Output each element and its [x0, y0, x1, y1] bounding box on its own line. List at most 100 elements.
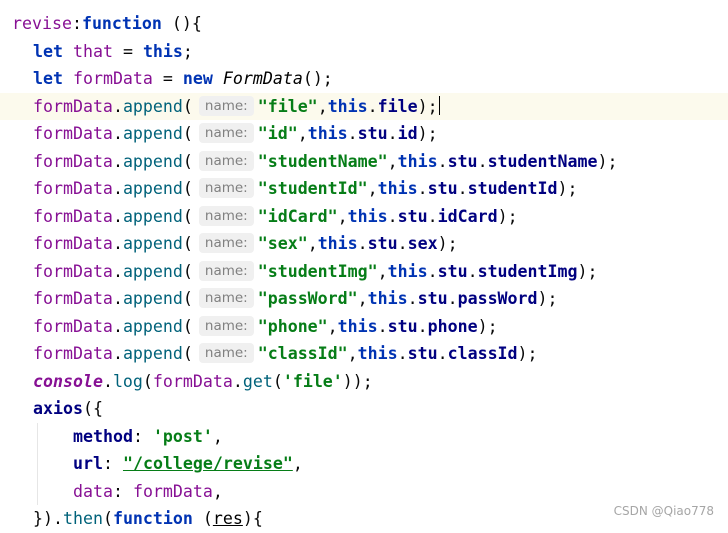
- code-token: function: [112, 509, 193, 528]
- code-token: .: [457, 179, 468, 198]
- code-token: append: [122, 206, 183, 226]
- code-token: ;: [182, 41, 193, 61]
- code-line[interactable]: data: formData,: [0, 477, 728, 505]
- code-token: .: [417, 179, 428, 198]
- code-token: this: [307, 124, 348, 143]
- code-token: "studentImg": [257, 261, 378, 281]
- parameter-hint: name:: [198, 343, 254, 363]
- code-line-content: let that = this;: [33, 38, 193, 66]
- code-token: idCard: [437, 206, 498, 226]
- code-token: revise: [12, 14, 72, 33]
- code-token: :: [71, 14, 82, 33]
- code-line[interactable]: formData.append(name: "classId",this.stu.…: [0, 340, 728, 368]
- code-line[interactable]: formData.append(name: "idCard",this.stu.i…: [0, 203, 728, 231]
- code-token: ({: [82, 399, 103, 418]
- code-line[interactable]: formData.append(name: "id",this.stu.id);: [0, 120, 728, 148]
- code-token: );: [517, 344, 538, 363]
- code-token: stu: [427, 179, 458, 198]
- code-token: "studentName": [257, 151, 388, 171]
- code-token: studentImg: [477, 261, 578, 281]
- code-token: (: [182, 289, 193, 308]
- code-line[interactable]: axios({: [0, 395, 728, 423]
- code-token: (: [192, 509, 213, 528]
- code-token: formData: [33, 179, 113, 198]
- code-token: );: [557, 179, 578, 198]
- code-token: .: [417, 316, 428, 336]
- code-editor[interactable]: revise:function (){let that = this; let f…: [0, 10, 728, 533]
- code-token: );: [597, 151, 618, 171]
- code-line-content: axios({: [33, 395, 103, 423]
- code-line[interactable]: formData.append(name: "phone",this.stu.ph…: [0, 313, 728, 341]
- code-token: (: [102, 509, 113, 528]
- code-token: function: [81, 14, 162, 33]
- code-line[interactable]: revise:function (){: [0, 10, 728, 38]
- code-token: stu: [397, 206, 428, 226]
- code-token: );: [477, 316, 498, 336]
- code-token: res: [212, 509, 243, 528]
- code-token: ,: [327, 316, 338, 336]
- code-line[interactable]: let that = this;: [0, 38, 728, 66]
- code-token: ,: [367, 179, 378, 198]
- code-token: append: [122, 261, 183, 281]
- code-token: ,: [292, 454, 303, 473]
- code-line[interactable]: url: "/college/revise",: [0, 450, 728, 478]
- code-token: .: [427, 206, 438, 226]
- code-token: url: [73, 454, 103, 473]
- code-token: (: [182, 316, 193, 336]
- code-token: formData: [33, 316, 113, 336]
- code-line-content: method: 'post',: [73, 423, 223, 451]
- code-token: :: [132, 426, 153, 446]
- code-token: formData: [33, 234, 113, 253]
- code-token: ));: [342, 371, 373, 391]
- code-token: =: [152, 69, 183, 88]
- code-token: formData: [72, 69, 153, 88]
- code-token: stu: [407, 344, 438, 363]
- code-line[interactable]: formData.append(name: "studentImg",this.s…: [0, 258, 728, 286]
- code-token: append: [122, 96, 183, 116]
- code-token: let: [33, 41, 63, 61]
- indent-guide: [37, 450, 38, 478]
- parameter-hint: name:: [198, 178, 254, 198]
- code-token: classId: [447, 344, 518, 363]
- code-token: }).: [33, 509, 63, 528]
- code-token: );: [417, 124, 438, 143]
- code-line[interactable]: formData.append(name: "studentId",this.st…: [0, 175, 728, 203]
- code-token: ();: [302, 69, 333, 88]
- code-token: append: [122, 151, 183, 171]
- code-token: .: [112, 234, 123, 253]
- code-token: formData: [33, 151, 113, 171]
- code-line[interactable]: console.log(formData.get('file'));: [0, 368, 728, 396]
- code-line-content: formData.append(name: "phone",this.stu.ph…: [33, 313, 498, 341]
- code-line[interactable]: formData.append(name: "passWord",this.stu…: [0, 285, 728, 313]
- parameter-hint: name:: [198, 150, 254, 171]
- code-token: ,: [317, 96, 328, 116]
- code-token: "studentId": [257, 179, 368, 198]
- code-token: .: [112, 316, 123, 336]
- code-token: this: [397, 151, 438, 171]
- code-token: stu: [447, 151, 478, 171]
- code-line[interactable]: let formData = new FormData();: [0, 65, 728, 93]
- code-token: new: [182, 69, 213, 88]
- code-line[interactable]: method: 'post',: [0, 422, 728, 451]
- code-token: method: [73, 426, 133, 446]
- code-line-content: formData.append(name: "studentId",this.st…: [33, 175, 578, 203]
- code-token: .: [397, 234, 408, 253]
- code-line-content: revise:function (){: [12, 10, 202, 38]
- code-token: ,: [357, 289, 368, 308]
- code-line[interactable]: formData.append(name: "sex",this.stu.sex)…: [0, 230, 728, 258]
- code-line[interactable]: formData.append(name: "studentName",this.…: [0, 148, 728, 176]
- code-token: passWord: [457, 289, 538, 308]
- current-code-line[interactable]: formData.append(name: "file",this.file);: [0, 92, 728, 120]
- code-token: stu: [437, 261, 468, 281]
- code-token: studentName: [487, 151, 598, 171]
- code-line-content: formData.append(name: "passWord",this.stu…: [33, 285, 558, 313]
- code-token: this: [317, 234, 358, 253]
- code-line-content: formData.append(name: "classId",this.stu.…: [33, 340, 538, 368]
- code-token: formData: [132, 481, 213, 501]
- code-token: ,: [337, 206, 348, 226]
- code-token: "sex": [257, 234, 308, 253]
- code-token: =: [112, 41, 143, 61]
- code-token: formData: [33, 289, 113, 308]
